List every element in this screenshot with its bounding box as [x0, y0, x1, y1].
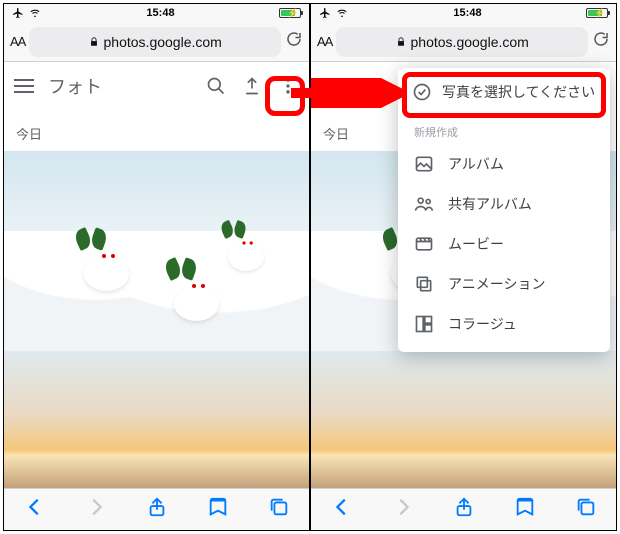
photo-grid: 今日: [4, 110, 309, 488]
menu-item-label: ムービー: [448, 234, 504, 254]
collage-icon: [414, 314, 434, 334]
url-field[interactable]: photos.google.com: [29, 27, 281, 57]
overflow-menu: 写真を選択してください 新規作成 アルバム 共有アルバム ムービー アニメーショ…: [398, 68, 610, 352]
animation-icon: [414, 274, 434, 294]
menu-item-shared-album[interactable]: 共有アルバム: [398, 184, 610, 224]
wifi-icon: [335, 8, 349, 18]
text-size-button[interactable]: AA: [10, 34, 25, 49]
lock-icon: [89, 36, 99, 48]
menu-item-label: 共有アルバム: [448, 194, 532, 214]
back-button[interactable]: [24, 496, 46, 523]
battery-icon: ⚡: [586, 8, 608, 18]
photo-thumbnail[interactable]: [4, 151, 309, 351]
reload-button[interactable]: [285, 30, 303, 53]
menu-item-label: アルバム: [448, 154, 504, 174]
airplane-mode-icon: [319, 7, 331, 19]
section-header-today: 今日: [4, 110, 309, 151]
annotation-highlight-more-button: [265, 76, 305, 116]
search-icon[interactable]: [205, 75, 227, 97]
safari-url-bar: AA photos.google.com: [311, 22, 616, 62]
wifi-icon: [28, 8, 42, 18]
status-bar: 15:48 ⚡: [4, 4, 309, 22]
airplane-mode-icon: [12, 7, 24, 19]
menu-item-label: アニメーション: [448, 274, 545, 294]
tabs-button[interactable]: [575, 496, 597, 523]
status-time: 15:48: [453, 7, 481, 19]
reload-button[interactable]: [592, 30, 610, 53]
safari-toolbar: [4, 488, 309, 530]
movie-icon: [414, 234, 434, 254]
phone-screenshot-right: 15:48 ⚡ AA photos.google.com 今日: [310, 3, 617, 531]
forward-button[interactable]: [85, 496, 107, 523]
status-time: 15:48: [146, 7, 174, 19]
forward-button[interactable]: [392, 496, 414, 523]
lock-icon: [396, 36, 406, 48]
menu-item-album[interactable]: アルバム: [398, 144, 610, 184]
tabs-button[interactable]: [268, 496, 290, 523]
album-icon: [414, 154, 434, 174]
battery-icon: ⚡: [279, 8, 301, 18]
url-text: photos.google.com: [104, 34, 222, 50]
app-title: フォト: [48, 73, 191, 99]
safari-toolbar: [311, 488, 616, 530]
menu-icon[interactable]: [321, 79, 341, 93]
menu-section-label: 新規作成: [398, 116, 610, 144]
bookmarks-button[interactable]: [514, 496, 536, 523]
share-button[interactable]: [146, 496, 168, 523]
app-header: フォト: [4, 62, 309, 110]
menu-item-label: コラージュ: [448, 314, 517, 334]
photo-thumbnail[interactable]: [311, 351, 616, 488]
menu-icon[interactable]: [14, 79, 34, 93]
bookmarks-button[interactable]: [207, 496, 229, 523]
upload-icon[interactable]: [241, 75, 263, 97]
text-size-button[interactable]: AA: [317, 34, 332, 49]
shared-album-icon: [414, 194, 434, 214]
back-button[interactable]: [331, 496, 353, 523]
status-bar: 15:48 ⚡: [311, 4, 616, 22]
menu-item-movie[interactable]: ムービー: [398, 224, 610, 264]
safari-url-bar: AA photos.google.com: [4, 22, 309, 62]
annotation-highlight-select-photos: [402, 72, 606, 118]
share-button[interactable]: [453, 496, 475, 523]
photo-thumbnail[interactable]: [4, 351, 309, 488]
url-text: photos.google.com: [411, 34, 529, 50]
phone-screenshot-left: 15:48 ⚡ AA photos.google.com フォト: [3, 3, 310, 531]
menu-item-animation[interactable]: アニメーション: [398, 264, 610, 304]
url-field[interactable]: photos.google.com: [336, 27, 588, 57]
menu-item-collage[interactable]: コラージュ: [398, 304, 610, 344]
